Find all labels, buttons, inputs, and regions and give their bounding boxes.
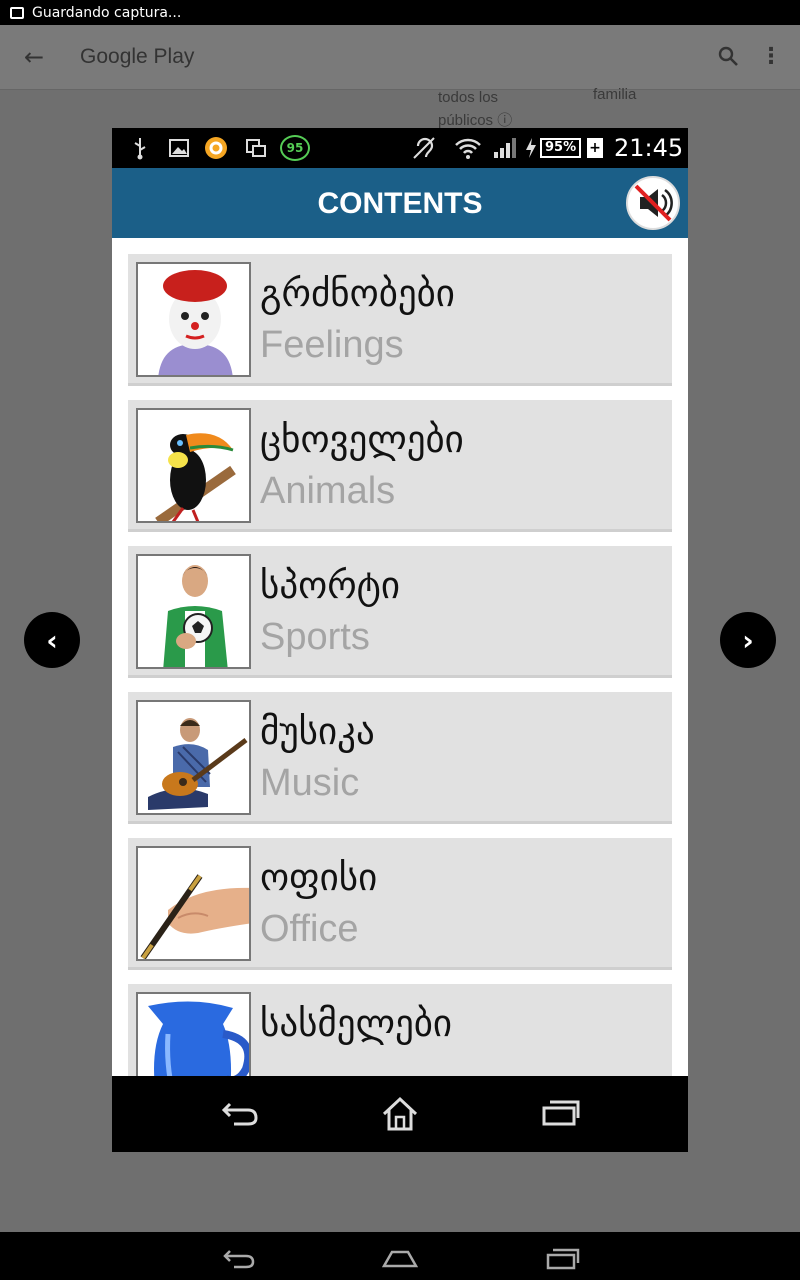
screenshot-notification-icon: [244, 136, 268, 160]
rating-line-1: todos los: [438, 89, 499, 106]
list-item-music[interactable]: მუსიკა Music: [128, 692, 672, 824]
phone-nav-bar: [112, 1076, 688, 1152]
clown-image: [136, 262, 251, 377]
signal-icon: [492, 136, 518, 160]
item-title-georgian: ოფისი: [260, 856, 378, 899]
counter-badge-icon: 95: [280, 135, 310, 161]
outer-recent-icon[interactable]: [545, 1246, 581, 1276]
guitarist-image: [136, 700, 251, 815]
toucan-image: [136, 408, 251, 523]
list-item-office[interactable]: ოფისი Office: [128, 838, 672, 970]
item-title-georgian: სასმელები: [260, 1002, 453, 1045]
item-title-georgian: მუსიკა: [260, 710, 375, 753]
battery-level: 95%: [540, 138, 582, 158]
gallery-icon: [168, 136, 190, 160]
family-label: familia: [593, 86, 637, 103]
status-text: Guardando captura...: [32, 4, 182, 21]
chevron-right-icon: ›: [742, 623, 754, 657]
usb-icon: [132, 136, 148, 160]
list-item-sports[interactable]: სპორტი Sports: [128, 546, 672, 678]
contents-header: CONTENTS: [112, 168, 688, 238]
charging-icon: [524, 136, 538, 160]
item-title-english: Feelings: [260, 324, 404, 366]
recent-apps-icon[interactable]: [540, 1096, 580, 1136]
phone-status-bar: 95 95% + 21:45: [112, 128, 688, 168]
contents-list: გრძნობები Feelings ცხოველები Animals სპო…: [128, 254, 672, 1130]
image-icon: [10, 6, 24, 19]
app-notification-icon: [202, 136, 230, 160]
clock: 21:45: [614, 134, 684, 162]
back-nav-icon[interactable]: [220, 1096, 260, 1136]
outer-back-icon[interactable]: [222, 1246, 256, 1276]
hearing-aid-icon: [412, 136, 440, 160]
item-title-georgian: გრძნობები: [260, 272, 455, 315]
page-title: CONTENTS: [317, 187, 483, 220]
chevron-left-icon: ‹: [46, 623, 58, 657]
speaker-muted-icon: [634, 184, 673, 222]
item-title-english: Music: [260, 762, 360, 804]
wifi-icon: [454, 136, 482, 160]
more-options-icon[interactable]: ⋮: [760, 45, 782, 69]
outer-home-icon[interactable]: [381, 1246, 419, 1276]
item-title-georgian: სპორტი: [260, 564, 401, 607]
search-icon[interactable]: [717, 45, 741, 69]
outer-nav-bar: [0, 1232, 800, 1280]
next-screenshot-button[interactable]: ›: [720, 612, 776, 668]
google-play-title: Google Play: [80, 45, 195, 68]
google-play-header: ← Google Play ⋮: [0, 25, 800, 90]
item-title-georgian: ცხოველები: [260, 418, 464, 461]
pen-hand-image: [136, 846, 251, 961]
battery-plus-icon: +: [587, 138, 603, 158]
rating-label: todos los públicos ⓘ: [438, 86, 512, 132]
item-title-english: Sports: [260, 616, 370, 658]
outer-status-bar: Guardando captura...: [0, 0, 800, 25]
mute-button[interactable]: [626, 176, 680, 230]
item-title-english: Office: [260, 908, 359, 950]
home-nav-icon[interactable]: [380, 1096, 420, 1140]
app-screenshot: 95 95% + 21:45 CONTENTS გრძნობები Feelin…: [112, 128, 688, 1152]
previous-screenshot-button[interactable]: ‹: [24, 612, 80, 668]
item-title-english: Animals: [260, 470, 396, 512]
list-item-feelings[interactable]: გრძნობები Feelings: [128, 254, 672, 386]
list-item-animals[interactable]: ცხოველები Animals: [128, 400, 672, 532]
back-arrow-icon[interactable]: ←: [24, 45, 48, 69]
soccer-player-image: [136, 554, 251, 669]
